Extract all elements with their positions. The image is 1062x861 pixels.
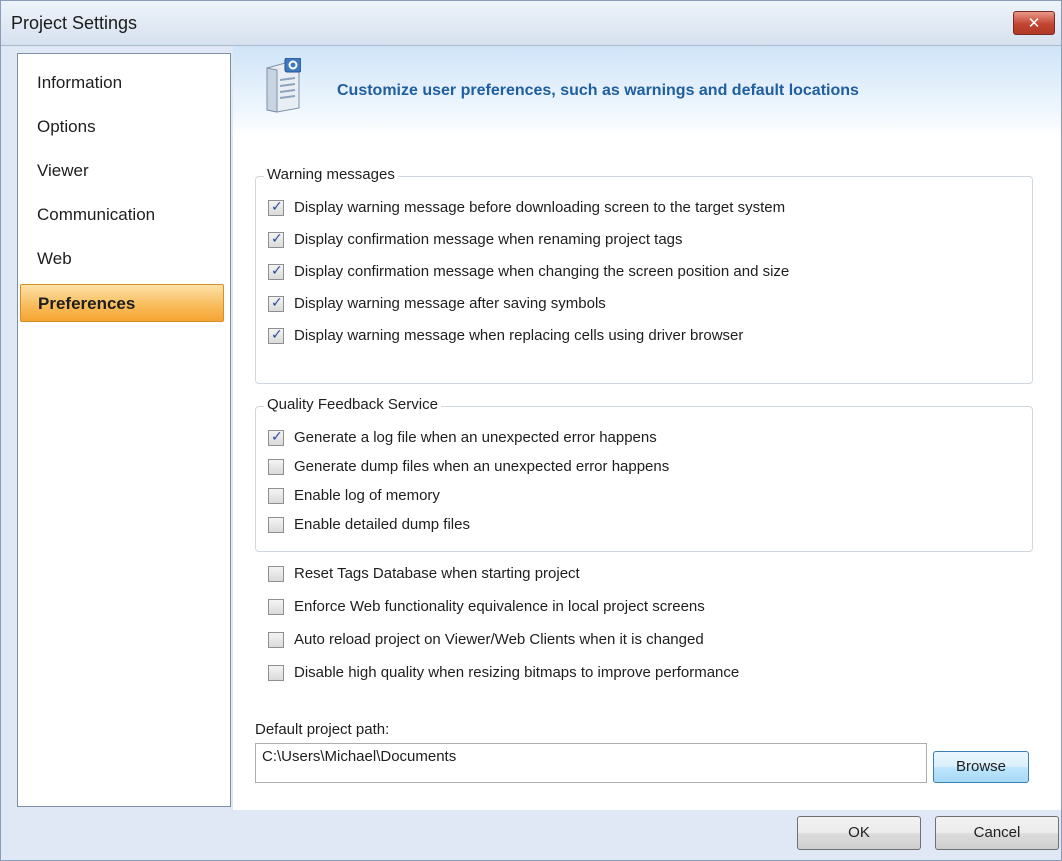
- confirm-rename-tags-checkbox[interactable]: [268, 231, 284, 248]
- sidebar-item-preferences[interactable]: Preferences: [20, 284, 224, 322]
- checkbox-label: Generate a log file when an unexpected e…: [294, 429, 657, 446]
- settings-document-icon: [266, 58, 301, 113]
- sidebar-item-communication[interactable]: Communication: [20, 196, 224, 234]
- reset-tags-database-checkbox[interactable]: [268, 566, 284, 582]
- default-project-path-label: Default project path:: [255, 721, 390, 738]
- checkbox-label: Display confirmation message when renami…: [294, 231, 683, 248]
- checkbox-label: Display confirmation message when changi…: [294, 263, 790, 280]
- sidebar-item-web[interactable]: Web: [20, 240, 224, 278]
- close-button[interactable]: ✕: [1013, 11, 1055, 35]
- warn-after-saving-symbols-checkbox[interactable]: [268, 295, 284, 312]
- settings-sidebar: Information Options Viewer Communication…: [17, 53, 231, 807]
- sidebar-item-information[interactable]: Information: [20, 64, 224, 102]
- cancel-button[interactable]: Cancel: [935, 816, 1059, 850]
- enable-log-of-memory-checkbox[interactable]: [268, 488, 284, 504]
- checkbox-label: Disable high quality when resizing bitma…: [294, 664, 740, 681]
- warn-replacing-cells-checkbox[interactable]: [268, 327, 284, 344]
- page-header-banner: Customize user preferences, such as warn…: [233, 46, 1061, 136]
- checkbox-label: Generate dump files when an unexpected e…: [294, 458, 670, 475]
- checkbox-label: Enable detailed dump files: [294, 516, 470, 533]
- preferences-panel: Customize user preferences, such as warn…: [233, 46, 1061, 810]
- confirm-screen-position-checkbox[interactable]: [268, 263, 284, 280]
- project-settings-window: Project Settings ✕ Information Options V…: [0, 0, 1062, 861]
- quality-feedback-label: Quality Feedback Service: [264, 396, 441, 413]
- ok-button[interactable]: OK: [797, 816, 921, 850]
- enforce-web-equivalence-checkbox[interactable]: [268, 599, 284, 615]
- checkbox-label: Display warning message before downloadi…: [294, 199, 786, 216]
- auto-reload-project-checkbox[interactable]: [268, 632, 284, 648]
- disable-high-quality-resize-checkbox[interactable]: [268, 665, 284, 681]
- browse-button[interactable]: Browse: [933, 751, 1029, 783]
- generate-log-file-checkbox[interactable]: [268, 429, 284, 446]
- warn-before-download-checkbox[interactable]: [268, 199, 284, 216]
- checkbox-label: Display warning message after saving sym…: [294, 295, 606, 312]
- checkbox-label: Reset Tags Database when starting projec…: [294, 565, 580, 582]
- checkbox-label: Auto reload project on Viewer/Web Client…: [294, 631, 704, 648]
- sidebar-item-viewer[interactable]: Viewer: [20, 152, 224, 190]
- page-description: Customize user preferences, such as warn…: [337, 82, 859, 99]
- close-icon: ✕: [1027, 14, 1041, 32]
- checkbox-label: Enable log of memory: [294, 487, 440, 504]
- warning-messages-label: Warning messages: [264, 166, 398, 183]
- window-title: Project Settings: [11, 13, 138, 33]
- warning-messages-group: Warning messages Display warning message…: [255, 166, 1033, 384]
- checkbox-label: Enforce Web functionality equivalence in…: [294, 598, 705, 615]
- quality-feedback-group: Quality Feedback Service Generate a log …: [255, 396, 1033, 552]
- default-project-path-input[interactable]: [255, 743, 927, 783]
- enable-detailed-dump-files-checkbox[interactable]: [268, 517, 284, 533]
- title-bar[interactable]: Project Settings ✕: [1, 1, 1061, 46]
- sidebar-item-options[interactable]: Options: [20, 108, 224, 146]
- checkbox-label: Display warning message when replacing c…: [294, 327, 744, 344]
- generate-dump-files-checkbox[interactable]: [268, 459, 284, 475]
